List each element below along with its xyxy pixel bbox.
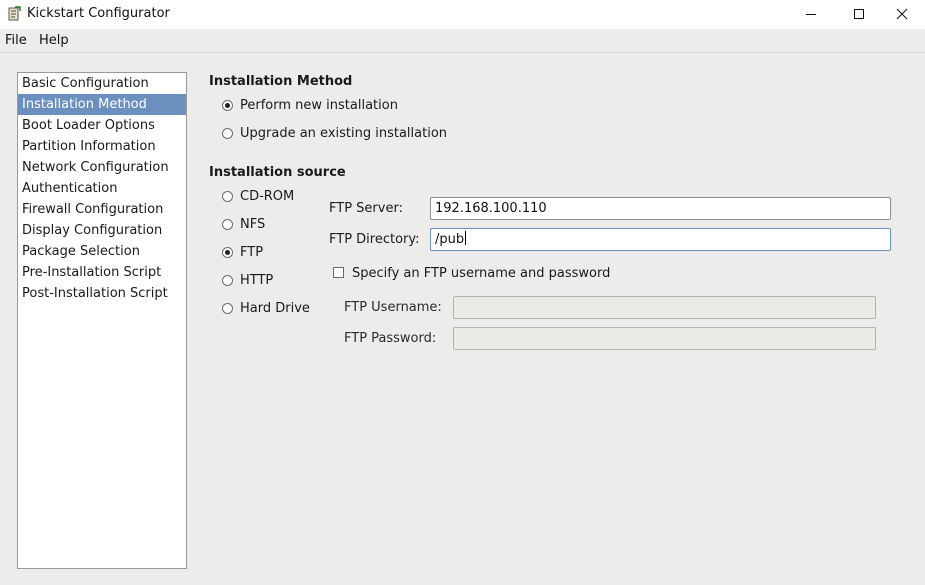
menu-bar: File Help bbox=[0, 29, 925, 53]
http-label[interactable]: HTTP bbox=[240, 273, 273, 288]
title-bar: Kickstart Configurator bbox=[0, 0, 925, 29]
http-radio[interactable] bbox=[222, 275, 233, 286]
perform-new-installation-radio[interactable] bbox=[222, 100, 233, 111]
menu-file[interactable]: File bbox=[5, 33, 27, 48]
cdrom-radio[interactable] bbox=[222, 191, 233, 202]
menu-help[interactable]: Help bbox=[39, 33, 69, 48]
kickstart-app-icon bbox=[6, 6, 22, 22]
ftp-server-input[interactable]: 192.168.100.110 bbox=[430, 197, 891, 220]
sidebar-item-partition-information[interactable]: Partition Information bbox=[18, 136, 186, 157]
nfs-radio[interactable] bbox=[222, 219, 233, 230]
ftp-server-label: FTP Server: bbox=[329, 201, 403, 216]
ftp-directory-input[interactable]: /pub bbox=[430, 228, 891, 251]
sidebar-item-display-configuration[interactable]: Display Configuration bbox=[18, 220, 186, 241]
sidebar-item-authentication[interactable]: Authentication bbox=[18, 178, 186, 199]
cdrom-label[interactable]: CD-ROM bbox=[240, 189, 294, 204]
upgrade-existing-installation-radio[interactable] bbox=[222, 128, 233, 139]
sidebar-item-post-installation-script[interactable]: Post-Installation Script bbox=[18, 283, 186, 304]
sidebar-item-firewall-configuration[interactable]: Firewall Configuration bbox=[18, 199, 186, 220]
ftp-username-label: FTP Username: bbox=[344, 300, 442, 315]
sidebar-item-network-configuration[interactable]: Network Configuration bbox=[18, 157, 186, 178]
nfs-label[interactable]: NFS bbox=[240, 217, 265, 232]
ftp-auth-checkbox-label[interactable]: Specify an FTP username and password bbox=[352, 266, 610, 281]
ftp-password-input bbox=[453, 327, 876, 350]
ftp-password-label: FTP Password: bbox=[344, 331, 437, 346]
upgrade-existing-installation-label[interactable]: Upgrade an existing installation bbox=[240, 126, 447, 141]
sidebar-item-package-selection[interactable]: Package Selection bbox=[18, 241, 186, 262]
hard-drive-radio[interactable] bbox=[222, 303, 233, 314]
close-button[interactable] bbox=[879, 0, 925, 29]
sidebar-item-basic-configuration[interactable]: Basic Configuration bbox=[18, 73, 186, 94]
ftp-label[interactable]: FTP bbox=[240, 245, 263, 260]
sidebar-item-boot-loader-options[interactable]: Boot Loader Options bbox=[18, 115, 186, 136]
category-list: Basic Configuration Installation Method … bbox=[17, 72, 187, 569]
ftp-username-input bbox=[453, 296, 876, 319]
close-icon bbox=[896, 8, 908, 20]
minimize-icon bbox=[806, 14, 816, 15]
perform-new-installation-label[interactable]: Perform new installation bbox=[240, 98, 398, 113]
window-title: Kickstart Configurator bbox=[27, 6, 170, 21]
ftp-directory-value: /pub bbox=[435, 232, 465, 247]
installation-method-heading: Installation Method bbox=[209, 74, 353, 89]
ftp-directory-label: FTP Directory: bbox=[329, 232, 420, 247]
minimize-button[interactable] bbox=[788, 0, 834, 29]
installation-source-heading: Installation source bbox=[209, 165, 346, 180]
hard-drive-label[interactable]: Hard Drive bbox=[240, 301, 310, 316]
ftp-radio[interactable] bbox=[222, 247, 233, 258]
sidebar-item-pre-installation-script[interactable]: Pre-Installation Script bbox=[18, 262, 186, 283]
text-caret bbox=[465, 231, 467, 245]
ftp-auth-checkbox[interactable] bbox=[333, 267, 344, 278]
maximize-button[interactable] bbox=[836, 0, 882, 29]
ftp-server-value: 192.168.100.110 bbox=[435, 201, 547, 216]
sidebar-item-installation-method[interactable]: Installation Method bbox=[18, 94, 186, 115]
maximize-icon bbox=[854, 9, 864, 19]
